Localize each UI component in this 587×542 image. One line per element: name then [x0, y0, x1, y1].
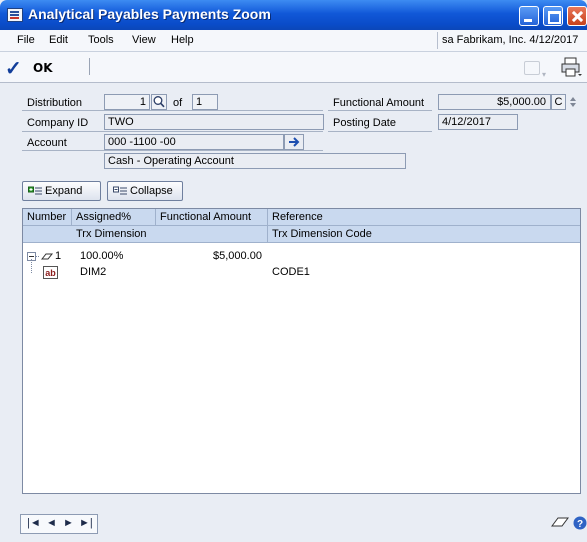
collapse-button[interactable]: Collapse: [107, 181, 183, 201]
distribution-grid[interactable]: Number Assigned% Functional Amount Refer…: [22, 208, 581, 494]
note-icon[interactable]: [550, 514, 570, 532]
column-reference[interactable]: Reference: [272, 211, 323, 223]
menu-view[interactable]: View: [132, 34, 156, 46]
expand-icon: [28, 186, 42, 195]
collapse-label: Collapse: [130, 185, 173, 197]
next-record-icon[interactable]: ►: [63, 517, 74, 529]
toolbar-separator: [89, 58, 90, 75]
dropdown-arrow-icon: ▾: [542, 70, 547, 79]
table-row[interactable]: 1 100.00% $5,000.00: [23, 249, 580, 265]
company-date-label: sa Fabrikam, Inc. 4/12/2017: [442, 34, 579, 46]
menu-tools[interactable]: Tools: [88, 34, 114, 46]
previous-record-icon[interactable]: ◄: [46, 517, 57, 529]
company-id-label: Company ID: [27, 117, 89, 129]
account-description-field: Cash - Operating Account: [104, 153, 406, 169]
header-divider: [22, 150, 323, 151]
text-dimension-icon: ab: [43, 266, 58, 279]
menu-bar: File Edit Tools View Help sa Fabrikam, I…: [0, 30, 587, 52]
collapse-icon: [113, 186, 127, 195]
checkmark-icon[interactable]: ✓: [5, 56, 22, 81]
column-trx-dimension[interactable]: Trx Dimension: [76, 228, 147, 240]
of-label: of: [173, 97, 183, 109]
account-field: 000 -1100 -00: [104, 134, 284, 150]
menu-help[interactable]: Help: [171, 34, 194, 46]
window-title: Analytical Payables Payments Zoom: [28, 6, 271, 22]
column-assigned-percent[interactable]: Assigned%: [76, 211, 131, 223]
account-link-arrow-icon[interactable]: [284, 134, 304, 150]
distribution-label: Distribution: [27, 97, 83, 109]
row-number: 1: [55, 250, 62, 262]
app-window: Analytical Payables Payments Zoom File E…: [0, 0, 587, 542]
row-functional-amount: $5,000.00: [213, 250, 262, 262]
column-number[interactable]: Number: [27, 211, 66, 223]
header-divider: [328, 131, 432, 132]
currency-button[interactable]: C: [551, 94, 566, 110]
row-assigned-percent: 100.00%: [80, 250, 124, 262]
expand-label: Expand: [45, 185, 83, 197]
ok-button[interactable]: OK: [33, 61, 53, 75]
account-label: Account: [27, 137, 67, 149]
printer-icon[interactable]: [560, 57, 582, 77]
functional-amount-label: Functional Amount: [333, 97, 425, 109]
header-divider: [22, 110, 323, 111]
last-record-icon[interactable]: ►|: [79, 517, 93, 529]
tree-line: [31, 259, 33, 273]
grid-header-row-2: Trx Dimension Trx Dimension Code: [23, 226, 580, 243]
column-functional-amount[interactable]: Functional Amount: [160, 211, 251, 223]
grid-header-row-1: Number Assigned% Functional Amount Refer…: [23, 209, 580, 226]
title-bar: Analytical Payables Payments Zoom: [0, 0, 587, 30]
maximize-button[interactable]: [543, 6, 563, 26]
spinner-icon[interactable]: [568, 95, 578, 109]
company-id-field: TWO: [104, 114, 324, 130]
menu-separator: [437, 32, 438, 49]
help-icon[interactable]: ?: [573, 514, 587, 532]
table-row[interactable]: ab DIM2 CODE1: [23, 259, 580, 281]
menu-edit[interactable]: Edit: [49, 34, 68, 46]
first-record-icon[interactable]: |◄: [27, 517, 41, 529]
menu-file[interactable]: File: [17, 34, 35, 46]
row-trx-dimension-code: CODE1: [272, 266, 310, 278]
close-button[interactable]: [567, 6, 587, 26]
posting-date-label: Posting Date: [333, 117, 396, 129]
window-app-icon: [7, 8, 23, 22]
header-divider: [328, 110, 432, 111]
row-trx-dimension: DIM2: [80, 266, 107, 278]
posting-date-field: 4/12/2017: [438, 114, 518, 130]
expand-button[interactable]: Expand: [22, 181, 101, 201]
column-trx-dimension-code[interactable]: Trx Dimension Code: [272, 228, 372, 240]
minimize-button[interactable]: [519, 6, 539, 26]
header-divider: [22, 131, 323, 132]
distribution-field[interactable]: 1: [104, 94, 150, 110]
lookup-icon[interactable]: [151, 94, 167, 110]
toolbar: ✓ OK ▾: [0, 52, 587, 83]
note-icon[interactable]: [524, 61, 540, 75]
record-navigation: |◄ ◄ ► ►|: [20, 514, 98, 534]
status-bar: |◄ ◄ ► ►| ?: [0, 500, 587, 542]
svg-text:?: ?: [577, 519, 583, 530]
of-total-field: 1: [192, 94, 218, 110]
functional-amount-field: $5,000.00: [438, 94, 551, 110]
